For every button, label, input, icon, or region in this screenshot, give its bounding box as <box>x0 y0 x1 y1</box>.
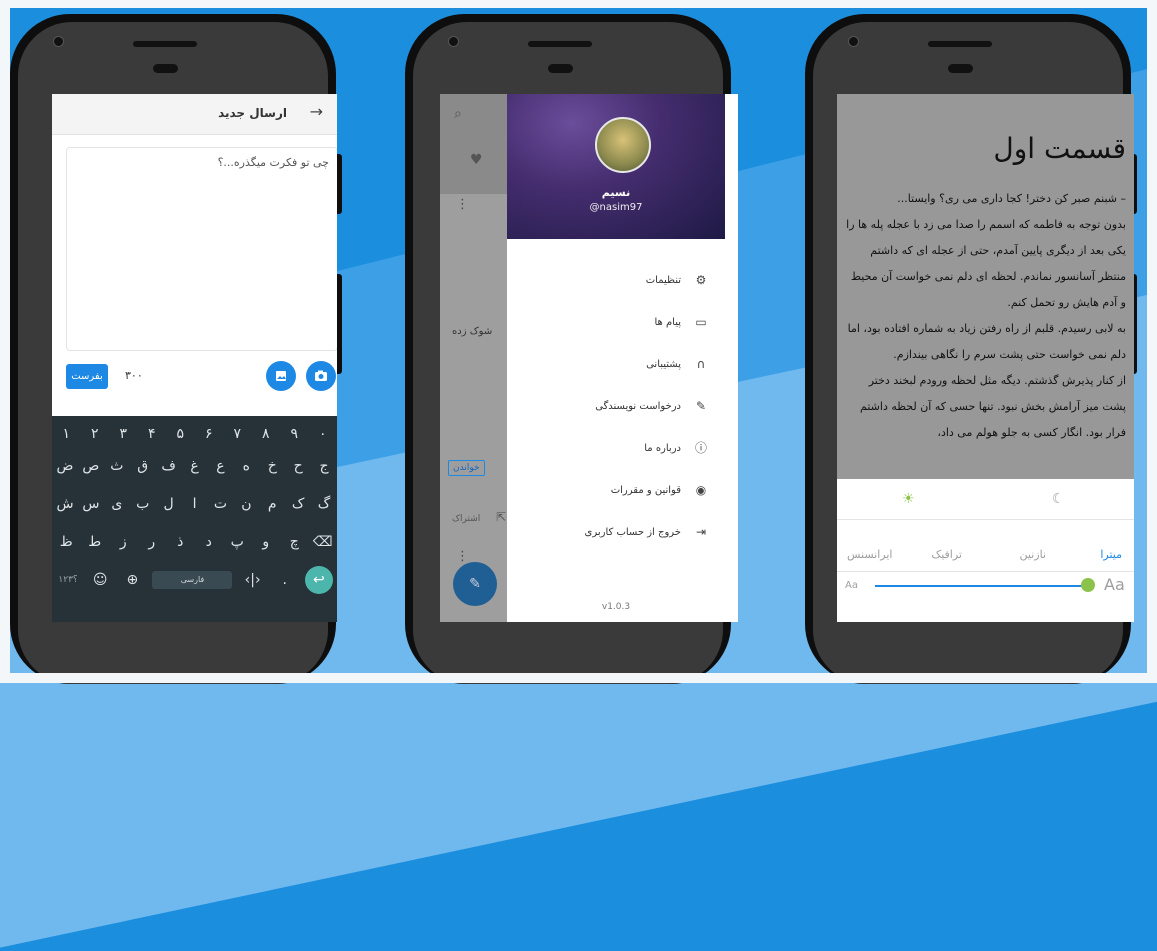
page-frame <box>0 0 1157 683</box>
